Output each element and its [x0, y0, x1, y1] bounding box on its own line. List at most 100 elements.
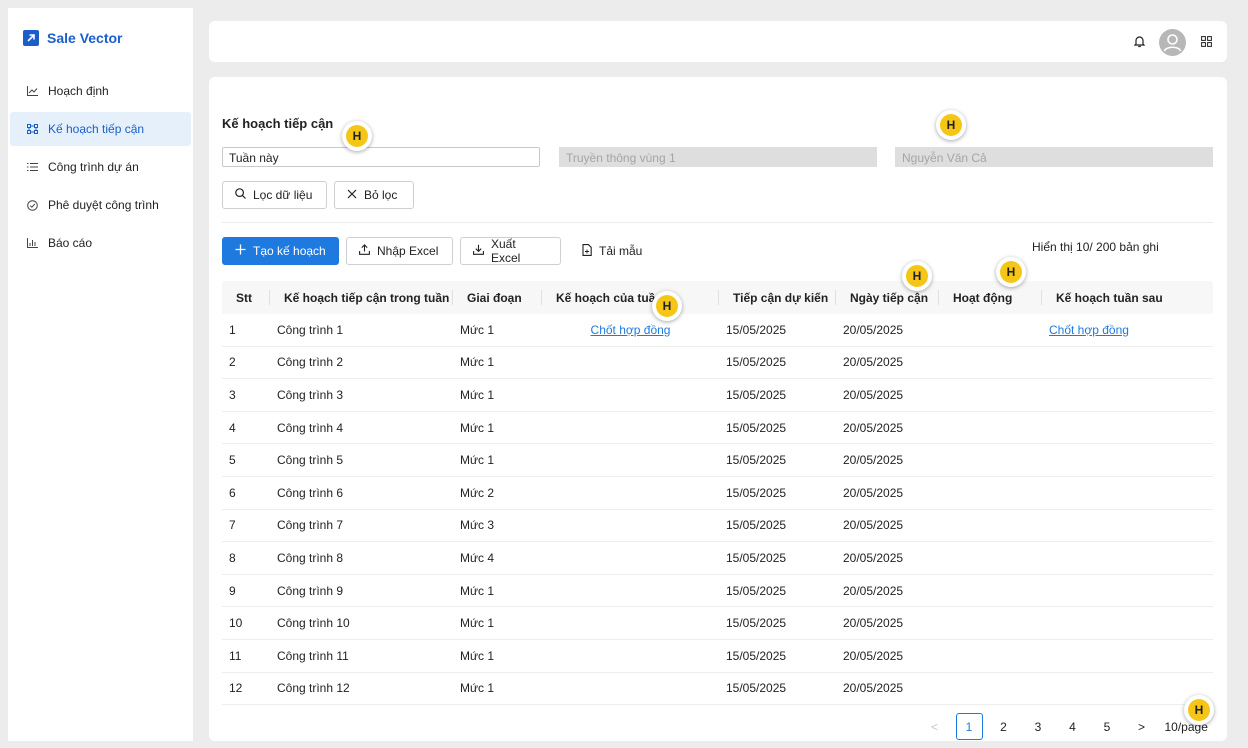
cell-stt: 1: [229, 322, 236, 337]
create-plan-button[interactable]: Tạo kế hoạch: [222, 237, 339, 265]
cell-expected-approach: 15/05/2025: [726, 648, 787, 663]
cell-stt: 4: [229, 420, 236, 435]
region-select[interactable]: Truyền thông vùng 1: [559, 147, 877, 167]
table-row[interactable]: 9 Công trình 9 Mức 1 15/05/2025 20/05/2025: [222, 575, 1213, 608]
sidebar-item-cong-trinh-du-an[interactable]: Công trình dự án: [10, 150, 191, 184]
cell-stage: Mức 1: [460, 387, 495, 402]
week-plan-link[interactable]: Chốt hợp đồng: [591, 323, 671, 337]
line-chart-icon: [26, 85, 38, 97]
cell-next-week-plan: Chốt hợp đồng: [1042, 323, 1213, 337]
sidebar-item-label: Công trình dự án: [48, 160, 139, 174]
cell-project: Công trình 11: [277, 648, 349, 663]
plan-table: Stt Kế hoạch tiếp cận trong tuần Giai đo…: [222, 281, 1213, 706]
cell-approach-date: 20/05/2025: [843, 550, 904, 565]
cell-approach-date: 20/05/2025: [843, 387, 904, 402]
person-select[interactable]: Nguyễn Văn Cả: [895, 147, 1213, 167]
sidebar-item-label: Kế hoạch tiếp cận: [48, 122, 145, 136]
cell-stage: Mức 3: [460, 518, 495, 533]
table-row[interactable]: 3 Công trình 3 Mức 1 15/05/2025 20/05/2025: [222, 379, 1213, 412]
cell-expected-approach: 15/05/2025: [726, 616, 787, 631]
cell-approach-date: 20/05/2025: [843, 616, 904, 631]
table-row[interactable]: 2 Công trình 2 Mức 1 15/05/2025 20/05/2025: [222, 347, 1213, 380]
cell-project: Công trình 9: [277, 583, 344, 598]
hint-badge[interactable]: H: [936, 110, 966, 140]
cell-approach-date: 20/05/2025: [843, 322, 904, 337]
import-excel-button[interactable]: Nhập Excel: [346, 237, 453, 265]
arrow-up-right-icon: [23, 30, 39, 46]
hint-badge-label: H: [346, 125, 368, 147]
cell-stage: Mức 1: [460, 355, 495, 370]
sidebar-nav: Hoạch định Kế hoạch tiếp cận Công trình …: [8, 74, 193, 264]
table-row[interactable]: 6 Công trình 6 Mức 2 15/05/2025 20/05/2025: [222, 477, 1213, 510]
cell-expected-approach: 15/05/2025: [726, 420, 787, 435]
bell-icon[interactable]: [1133, 35, 1146, 51]
header-expected-approach: Tiếp cận dự kiến: [719, 281, 836, 314]
cell-stt: 10: [229, 616, 243, 631]
hint-badge[interactable]: H: [342, 121, 372, 151]
cell-stt: 12: [229, 681, 243, 696]
avatar[interactable]: [1159, 29, 1186, 56]
hint-badge-label: H: [1188, 699, 1210, 721]
cell-approach-date: 20/05/2025: [843, 355, 904, 370]
table-row[interactable]: 4 Công trình 4 Mức 1 15/05/2025 20/05/2025: [222, 412, 1213, 445]
hint-badge[interactable]: H: [902, 261, 932, 291]
page-4-button[interactable]: 4: [1059, 713, 1086, 740]
bar-chart-icon: [26, 237, 38, 249]
table-row[interactable]: 1 Công trình 1 Mức 1 Chốt hợp đồng 15/05/202…: [222, 314, 1213, 347]
divider: [222, 222, 1213, 223]
cell-project: Công trình 1: [277, 322, 344, 337]
next-week-plan-link[interactable]: Chốt hợp đồng: [1049, 323, 1129, 337]
cell-stt: 5: [229, 453, 236, 468]
sidebar: Sale Vector Hoạch định Kế hoạch tiếp cận…: [8, 8, 193, 741]
hint-badge[interactable]: H: [1184, 695, 1214, 725]
download-template-button[interactable]: Tải mẫu: [570, 237, 655, 265]
cell-expected-approach: 15/05/2025: [726, 355, 787, 370]
header-activity: Hoạt động: [939, 281, 1042, 314]
cell-expected-approach: 15/05/2025: [726, 322, 787, 337]
brand[interactable]: Sale Vector: [23, 30, 123, 46]
page-1-button[interactable]: 1: [955, 713, 983, 740]
hint-badge[interactable]: H: [996, 257, 1026, 287]
sidebar-item-bao-cao[interactable]: Báo cáo: [10, 226, 191, 260]
hint-badge-label: H: [1000, 261, 1022, 283]
export-excel-button[interactable]: Xuất Excel: [460, 237, 561, 265]
sidebar-item-phe-duyet-cong-trinh[interactable]: Phê duyệt công trình: [10, 188, 191, 222]
cell-project: Công trình 5: [277, 453, 344, 468]
page-5-button[interactable]: 5: [1094, 713, 1121, 740]
cell-project: Công trình 6: [277, 485, 344, 500]
hint-badge[interactable]: H: [652, 291, 682, 321]
sidebar-item-hoach-dinh[interactable]: Hoạch định: [10, 74, 191, 108]
search-icon: [235, 188, 246, 202]
table-row[interactable]: 5 Công trình 5 Mức 1 15/05/2025 20/05/2025: [222, 444, 1213, 477]
next-page-button[interactable]: >: [1128, 713, 1155, 740]
cell-stage: Mức 1: [460, 616, 495, 631]
page-3-button[interactable]: 3: [1025, 713, 1052, 740]
filter-data-button[interactable]: Lọc dữ liệu: [222, 181, 327, 209]
cell-week-plan: Chốt hợp đồng: [542, 323, 719, 337]
table-row[interactable]: 7 Công trình 7 Mức 3 15/05/2025 20/05/2025: [222, 510, 1213, 543]
main-card: Kế hoạch tiếp cận Tuần này Truyền thông …: [209, 77, 1227, 741]
file-icon: [582, 243, 592, 259]
table-row[interactable]: 10 Công trình 10 Mức 1 15/05/2025 20/05/2025: [222, 607, 1213, 640]
table-row[interactable]: 11 Công trình 11 Mức 1 15/05/2025 20/05/2025: [222, 640, 1213, 673]
cell-expected-approach: 15/05/2025: [726, 485, 787, 500]
sidebar-item-ke-hoach-tiep-can[interactable]: Kế hoạch tiếp cận: [10, 112, 191, 146]
cell-expected-approach: 15/05/2025: [726, 681, 787, 696]
page-2-button[interactable]: 2: [990, 713, 1017, 740]
week-select[interactable]: Tuần này: [222, 147, 540, 167]
cell-stage: Mức 1: [460, 648, 495, 663]
cell-approach-date: 20/05/2025: [843, 453, 904, 468]
cell-stage: Mức 1: [460, 453, 495, 468]
cell-stage: Mức 1: [460, 583, 495, 598]
cell-stt: 9: [229, 583, 236, 598]
table-row[interactable]: 12 Công trình 12 Mức 1 15/05/2025 20/05/2025: [222, 673, 1213, 706]
table-row[interactable]: 8 Công trình 8 Mức 4 15/05/2025 20/05/2025: [222, 542, 1213, 575]
prev-page-button[interactable]: <: [921, 713, 948, 740]
nodes-icon: [26, 123, 38, 135]
cell-expected-approach: 15/05/2025: [726, 453, 787, 468]
apps-grid-icon[interactable]: [1201, 36, 1212, 50]
download-template-label: Tải mẫu: [599, 244, 643, 258]
clear-filter-button[interactable]: Bỏ lọc: [334, 181, 414, 209]
table-header: Stt Kế hoạch tiếp cận trong tuần Giai đo…: [222, 281, 1213, 314]
header-stt: Stt: [222, 281, 270, 314]
